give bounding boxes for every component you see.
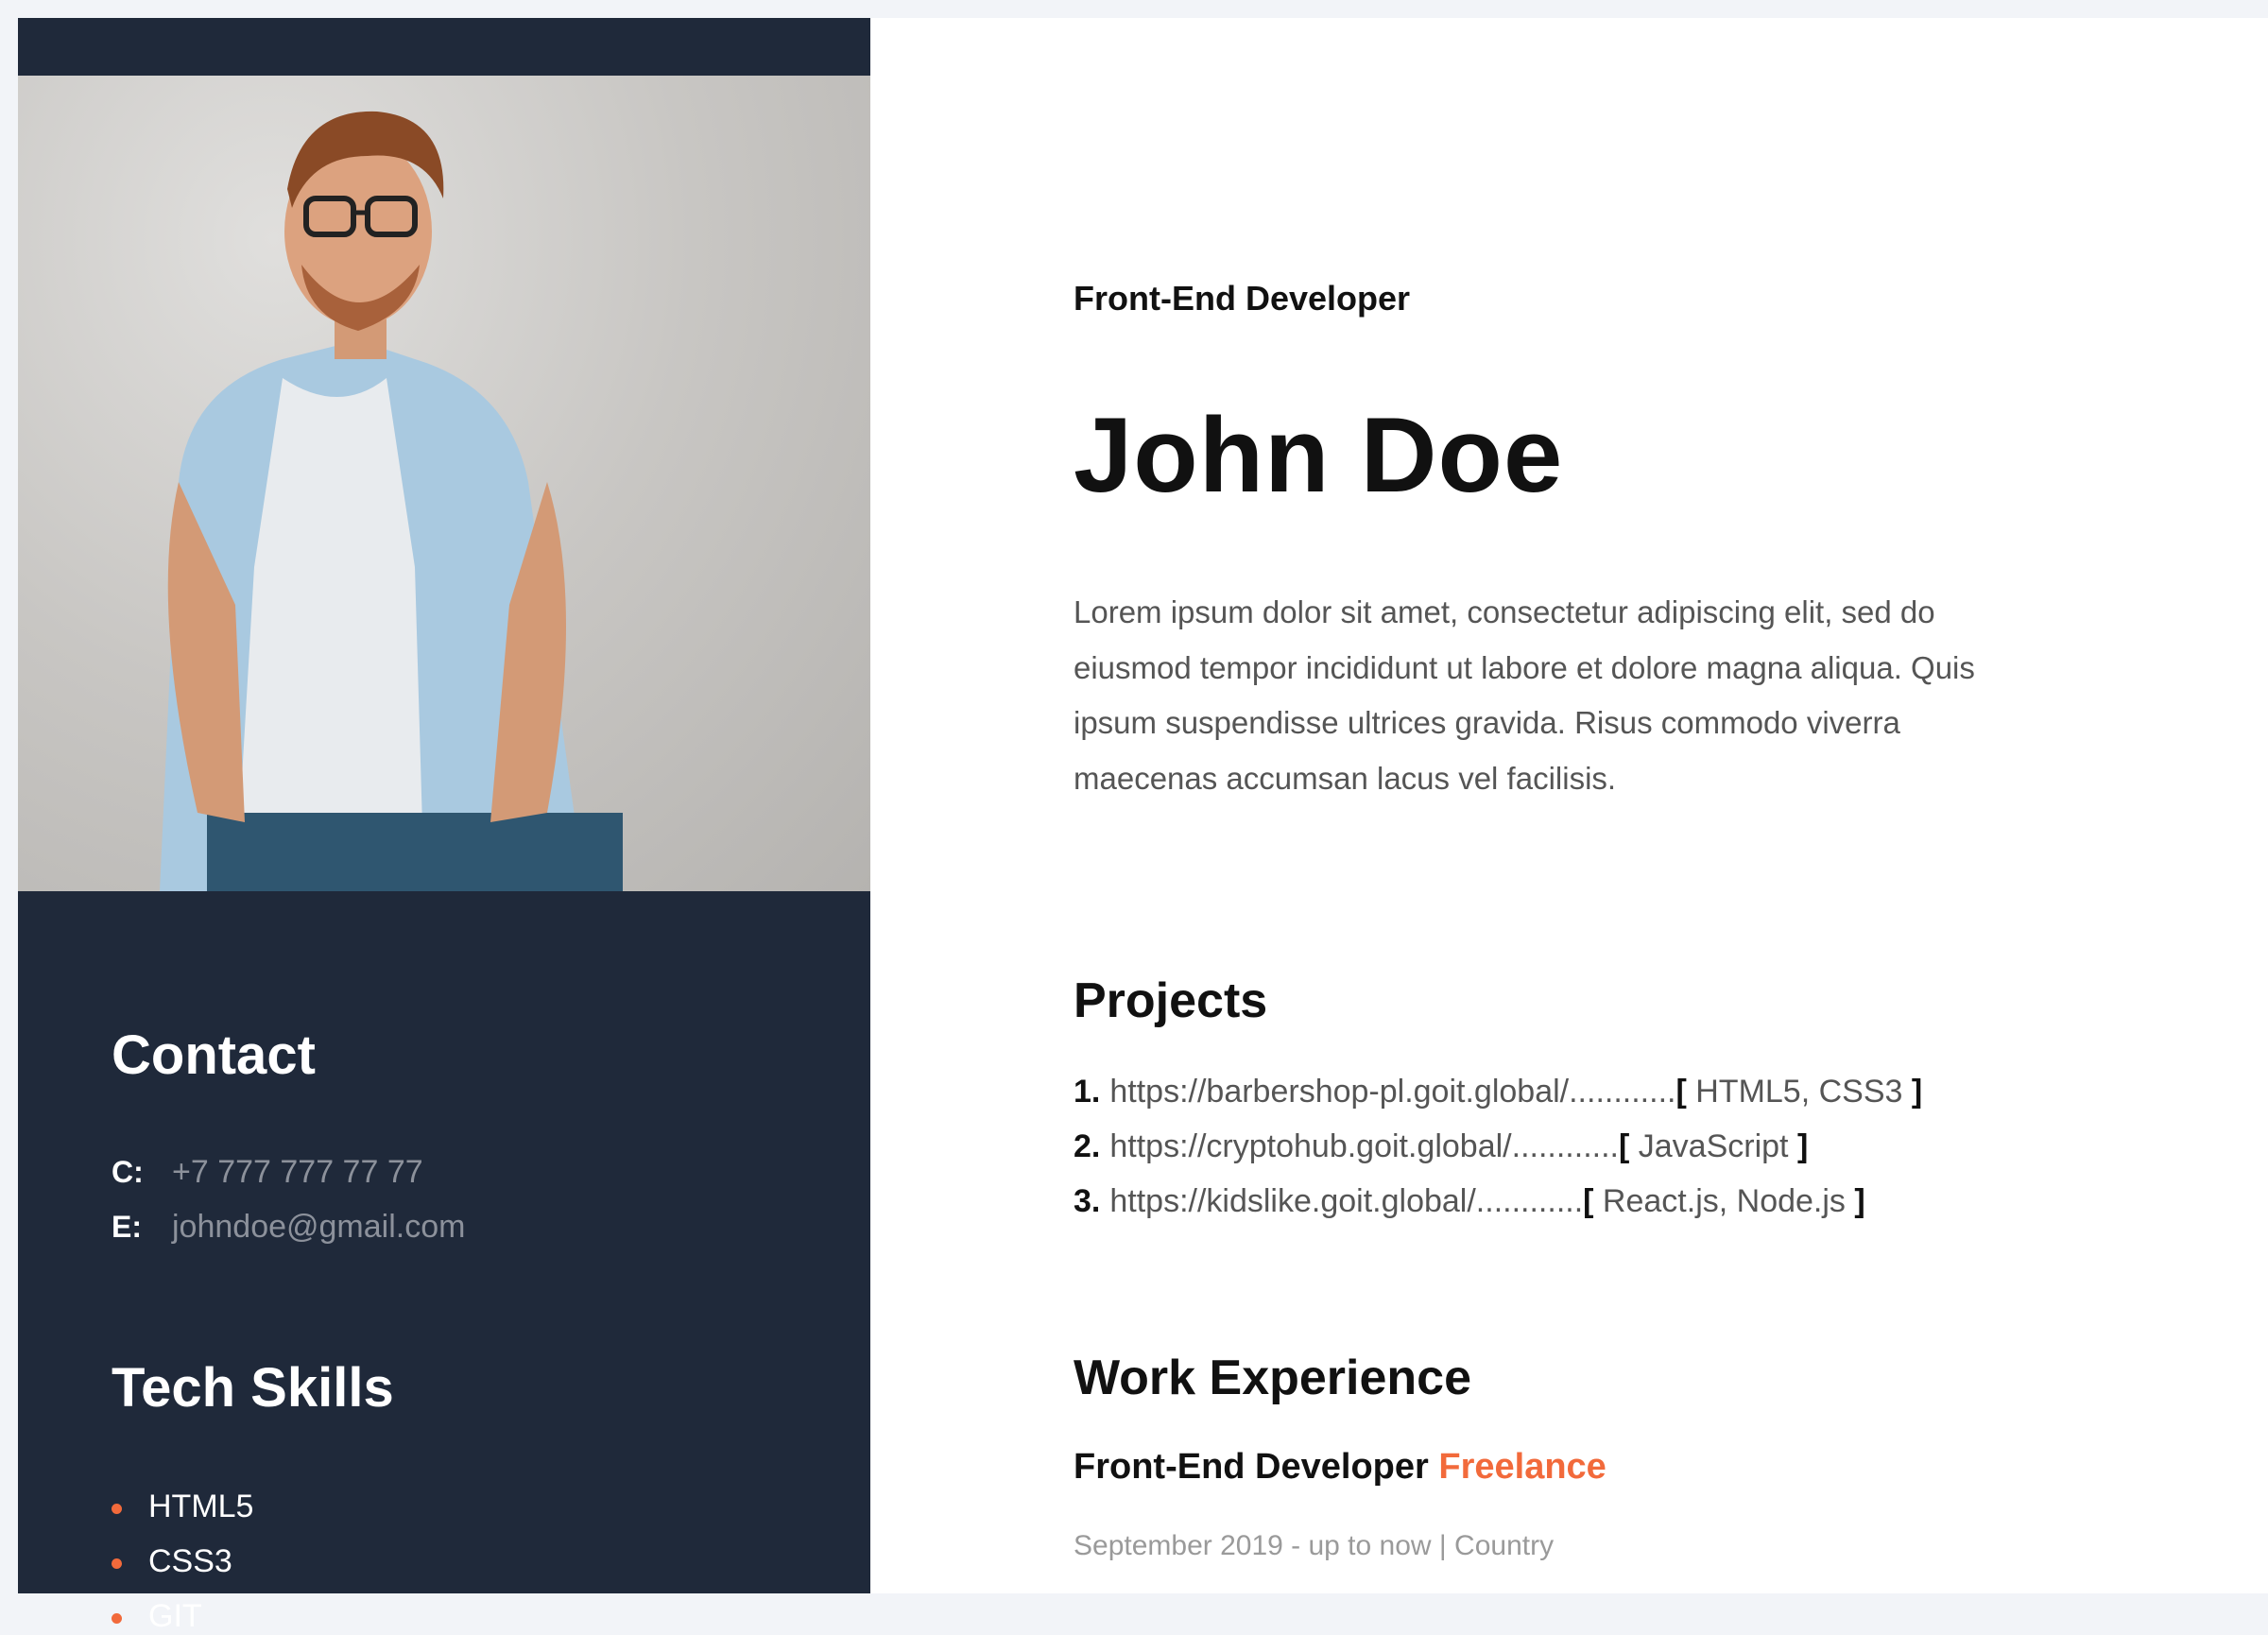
projects-heading: Projects [1074, 973, 1268, 1028]
bullet-icon [112, 1612, 122, 1624]
skill-item: GIT [112, 1598, 202, 1635]
bullet-icon [112, 1503, 122, 1514]
project-link[interactable]: https://cryptohub.goit.global/ [1109, 1128, 1511, 1164]
job-dates: September 2019 - up to now | Country [1074, 1530, 1555, 1561]
job-company: Freelance [1438, 1447, 1606, 1487]
project-item: 1. https://barbershop-pl.goit.global/....… [1074, 1074, 1923, 1110]
contact-phone: C: +7 777 777 77 77 [112, 1154, 423, 1191]
contact-email: E: johndoe@gmail.com [112, 1209, 465, 1246]
project-item: 2. https://cryptohub.goit.global/........… [1074, 1128, 1809, 1164]
person-name: John Doe [1074, 396, 1564, 514]
project-link[interactable]: https://barbershop-pl.goit.global/ [1109, 1074, 1569, 1110]
project-link[interactable]: https://kidslike.goit.global/ [1109, 1183, 1475, 1219]
profile-photo [18, 76, 870, 891]
project-item: 3. https://kidslike.goit.global/.........… [1074, 1183, 1865, 1219]
sidebar: Contact C: +7 777 777 77 77 E: johndoe@gma… [18, 18, 870, 1634]
contact-heading: Contact [112, 1024, 316, 1086]
email-label: E: [112, 1210, 142, 1244]
work-heading: Work Experience [1074, 1351, 1472, 1405]
job-title: Front-End Developer Freelance [1074, 1447, 1606, 1487]
skill-item: CSS3 [112, 1543, 232, 1580]
bullet-icon [112, 1558, 122, 1569]
role-title: Front-End Developer [1074, 279, 1411, 318]
bio-text: Lorem ipsum dolor sit amet, consectetur … [1074, 594, 1975, 796]
skills-heading: Tech Skills [112, 1357, 394, 1419]
email-value[interactable]: johndoe@gmail.com [172, 1209, 465, 1245]
skill-item: HTML5 [112, 1489, 253, 1525]
phone-label: C: [112, 1155, 144, 1189]
phone-value[interactable]: +7 777 777 77 77 [172, 1154, 423, 1190]
resume-page: Contact C: +7 777 777 77 77 E: johndoe@gma… [18, 18, 2268, 1634]
